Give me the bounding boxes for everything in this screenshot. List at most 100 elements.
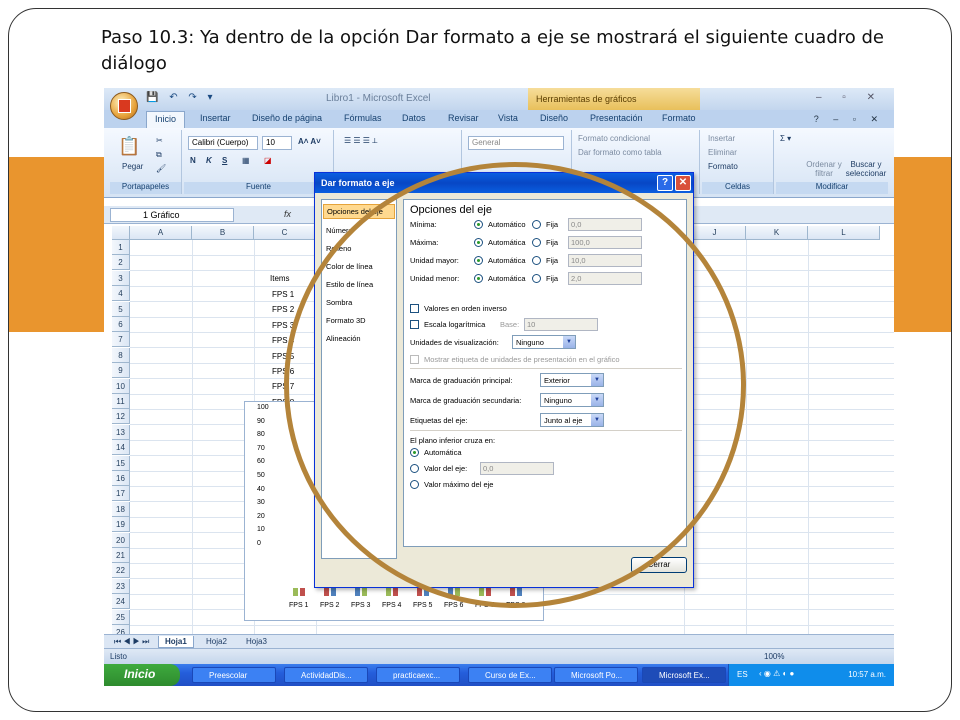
delete-cells-button[interactable]: Eliminar bbox=[708, 148, 737, 157]
tab-presentacion[interactable]: Presentación bbox=[590, 113, 643, 123]
find-select-button[interactable]: Buscar y seleccionar bbox=[844, 160, 888, 178]
chart-bar[interactable] bbox=[324, 588, 329, 596]
cell-items-header[interactable]: Items bbox=[270, 274, 290, 283]
underline-button[interactable]: S bbox=[222, 156, 227, 165]
category-numero[interactable]: Número bbox=[326, 226, 353, 235]
row-header[interactable]: 11 bbox=[112, 394, 130, 409]
table-format-button[interactable]: Dar formato como tabla bbox=[578, 148, 662, 157]
cell-item[interactable]: FPS 3 bbox=[272, 321, 294, 330]
category-opciones-eje[interactable]: Opciones del eje bbox=[323, 204, 395, 219]
fixed-value-field[interactable]: 2,0 bbox=[568, 272, 642, 285]
taskbar-task[interactable]: practicaexc... bbox=[376, 667, 460, 683]
row-header[interactable]: 9 bbox=[112, 363, 130, 379]
format-painter-icon[interactable]: 🖌 bbox=[156, 164, 166, 173]
sheet-tab-3[interactable]: Hoja3 bbox=[240, 636, 273, 647]
close-button[interactable]: Cerrar bbox=[631, 557, 687, 573]
italic-button[interactable]: K bbox=[206, 156, 212, 165]
fixed-radio[interactable] bbox=[532, 238, 541, 247]
row-header[interactable]: 22 bbox=[112, 563, 130, 579]
row-header[interactable]: 25 bbox=[112, 609, 130, 625]
crosses-value-field[interactable]: 0,0 bbox=[480, 462, 554, 475]
tab-formulas[interactable]: Fórmulas bbox=[344, 113, 382, 123]
col-header-k[interactable]: K bbox=[746, 226, 808, 240]
chart-bar[interactable] bbox=[448, 588, 453, 596]
reverse-order-checkbox[interactable] bbox=[410, 304, 419, 313]
quick-access-toolbar[interactable]: 💾 ↶ ↷ ▾ bbox=[146, 92, 217, 103]
sheet-tab-1[interactable]: Hoja1 bbox=[158, 636, 194, 648]
cut-icon[interactable]: ✂ bbox=[156, 136, 163, 145]
taskbar-task[interactable]: Microsoft Po... bbox=[554, 667, 638, 683]
crosses-max-radio[interactable] bbox=[410, 480, 419, 489]
tab-revisar[interactable]: Revisar bbox=[448, 113, 479, 123]
row-header[interactable]: 23 bbox=[112, 578, 130, 594]
font-name-combo[interactable]: Calibri (Cuerpo) bbox=[188, 136, 258, 150]
number-format-combo[interactable]: General bbox=[468, 136, 564, 150]
fixed-radio[interactable] bbox=[532, 274, 541, 283]
category-estilo-linea[interactable]: Estilo de línea bbox=[326, 280, 373, 289]
cell-item[interactable]: FPS 7 bbox=[272, 382, 294, 391]
chart-bar[interactable] bbox=[393, 588, 398, 596]
col-header-c[interactable]: C bbox=[254, 226, 316, 240]
taskbar-task[interactable]: Curso de Ex... bbox=[468, 667, 552, 683]
font-size-combo[interactable]: 10 bbox=[262, 136, 292, 150]
chart-bar[interactable] bbox=[293, 588, 298, 596]
row-header[interactable]: 17 bbox=[112, 486, 130, 502]
category-relleno[interactable]: Relleno bbox=[326, 244, 351, 253]
row-header[interactable]: 6 bbox=[112, 317, 130, 332]
chart-bar[interactable] bbox=[486, 588, 491, 596]
row-header[interactable]: 7 bbox=[112, 332, 130, 348]
category-alineacion[interactable]: Alineación bbox=[326, 334, 361, 343]
name-box[interactable]: 1 Gráfico bbox=[110, 208, 234, 222]
conditional-format-button[interactable]: Formato condicional bbox=[578, 134, 650, 143]
show-units-checkbox[interactable] bbox=[410, 355, 419, 364]
grow-font-icon[interactable]: A˄ A˅ bbox=[298, 137, 321, 146]
sheet-nav-icon[interactable]: ⏮ ◀ ▶ ⏭ bbox=[108, 636, 155, 648]
ribbon-window-controls[interactable]: ? – ▫ ✕ bbox=[814, 114, 884, 125]
category-formato-3d[interactable]: Formato 3D bbox=[326, 316, 366, 325]
align-icon[interactable]: ☰ ☰ ☰ ⟂ bbox=[344, 136, 378, 146]
category-color-linea[interactable]: Color de línea bbox=[326, 262, 373, 271]
cell-item[interactable]: FPS 4 bbox=[272, 336, 294, 345]
copy-icon[interactable]: ⧉ bbox=[156, 150, 162, 160]
chart-bar[interactable] bbox=[510, 588, 515, 596]
display-units-select[interactable]: Ninguno ▼ bbox=[512, 335, 576, 349]
taskbar-task[interactable]: ActividadDis... bbox=[284, 667, 368, 683]
chart-bar[interactable] bbox=[424, 588, 429, 596]
borders-icon[interactable]: ▦ bbox=[242, 156, 250, 165]
language-indicator[interactable]: ES bbox=[737, 670, 748, 679]
chart-bar[interactable] bbox=[417, 588, 422, 596]
insert-cells-button[interactable]: Insertar bbox=[708, 134, 735, 143]
chart-bar[interactable] bbox=[479, 588, 484, 596]
fixed-value-field[interactable]: 100,0 bbox=[568, 236, 642, 249]
col-header-l[interactable]: L bbox=[808, 226, 880, 240]
row-header[interactable]: 18 bbox=[112, 501, 130, 517]
chart-bar[interactable] bbox=[455, 588, 460, 596]
tray-icons[interactable]: ‹ ◉ ⚠ ◐ ● bbox=[759, 669, 794, 678]
chart-bar[interactable] bbox=[362, 588, 367, 596]
format-cells-button[interactable]: Formato bbox=[708, 162, 738, 171]
sort-filter-button[interactable]: Ordenar y filtrar bbox=[804, 160, 844, 178]
sheet-tab-2[interactable]: Hoja2 bbox=[200, 636, 233, 647]
autosum-icon[interactable]: Σ ▾ bbox=[780, 134, 791, 143]
row-header[interactable]: 19 bbox=[112, 517, 130, 533]
row-header[interactable]: 10 bbox=[112, 378, 130, 394]
auto-radio[interactable] bbox=[474, 274, 483, 283]
auto-radio[interactable] bbox=[474, 220, 483, 229]
cell-item[interactable]: FPS 2 bbox=[272, 305, 294, 314]
chart-bar[interactable] bbox=[517, 588, 522, 596]
row-header[interactable]: 20 bbox=[112, 532, 130, 548]
paste-button[interactable]: Pegar bbox=[122, 162, 143, 171]
close-icon[interactable]: ✕ bbox=[675, 175, 691, 191]
crosses-value-radio[interactable] bbox=[410, 464, 419, 473]
chart-bar[interactable] bbox=[386, 588, 391, 596]
tab-formato[interactable]: Formato bbox=[662, 113, 696, 123]
axis-labels-select[interactable]: Junto al eje ▼ bbox=[540, 413, 604, 427]
window-controls[interactable]: – ▫ ✕ bbox=[816, 92, 884, 103]
bold-button[interactable]: N bbox=[190, 156, 196, 165]
cell-item[interactable]: FPS 5 bbox=[272, 352, 294, 361]
row-header[interactable]: 8 bbox=[112, 347, 130, 363]
paste-icon[interactable]: 📋 bbox=[118, 136, 140, 157]
row-header[interactable]: 12 bbox=[112, 409, 130, 425]
minor-tick-select[interactable]: Ninguno ▼ bbox=[540, 393, 604, 407]
row-header[interactable]: 5 bbox=[112, 301, 130, 317]
